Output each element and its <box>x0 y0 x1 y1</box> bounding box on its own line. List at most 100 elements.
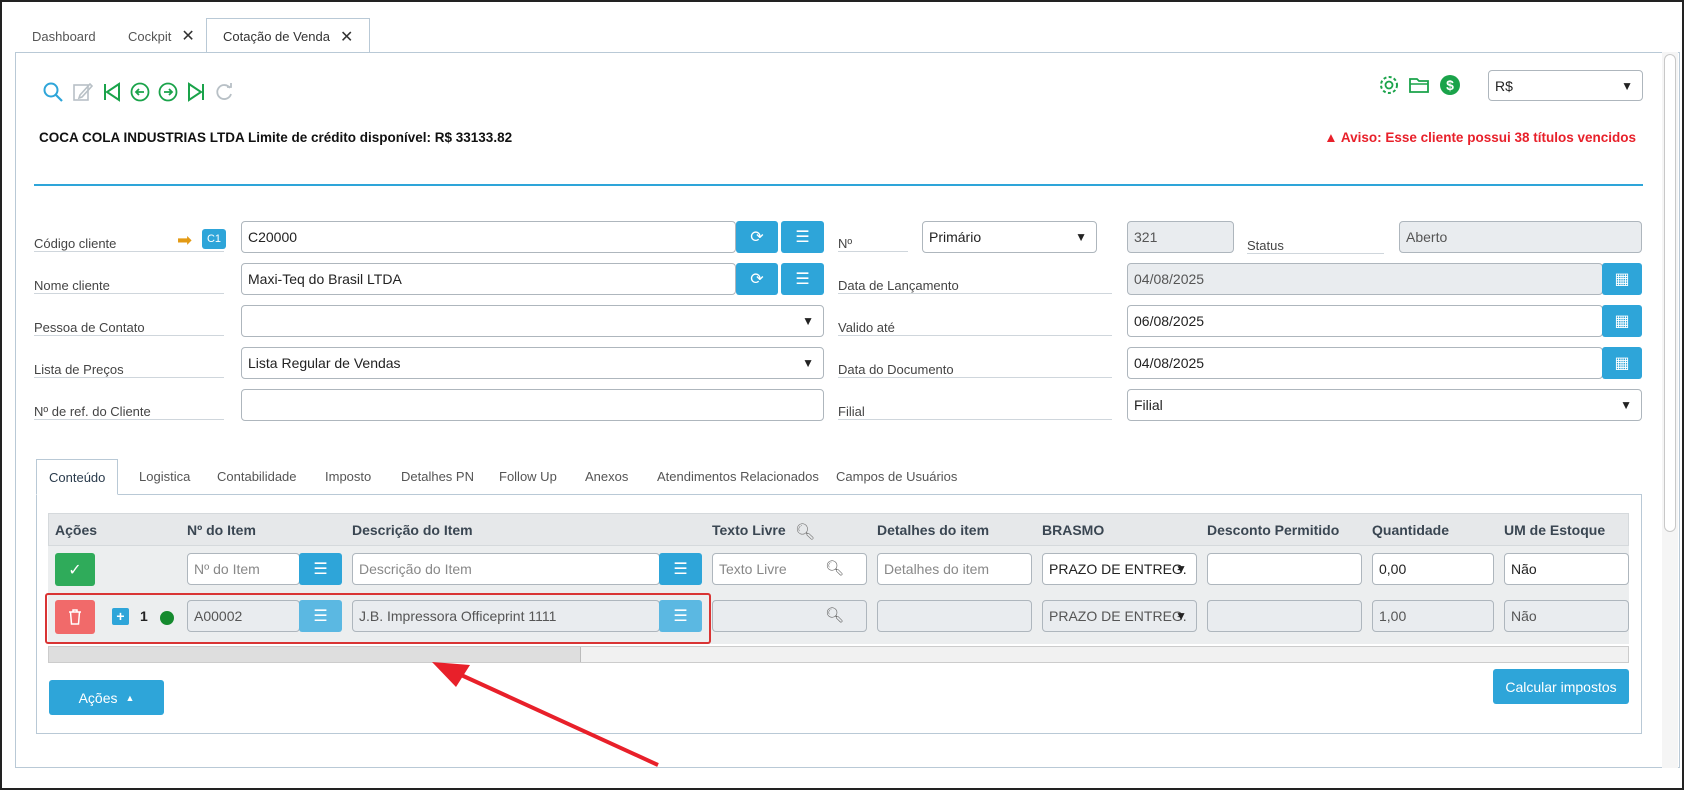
caret-up-icon: ▲ <box>125 692 135 703</box>
refresh-customer-button[interactable]: ⟳ <box>736 221 778 253</box>
chevron-down-icon: ▼ <box>1621 79 1633 93</box>
col-item: Nº do Item <box>187 522 256 538</box>
calcular-impostos-button[interactable]: Calcular impostos <box>1493 669 1629 704</box>
data-documento-input[interactable]: 04/08/2025 <box>1127 347 1603 379</box>
tab-label: Cotação de Venda <box>223 29 330 44</box>
tab-cockpit[interactable]: Cockpit ✕ <box>112 19 211 53</box>
col-desconto: Desconto Permitido <box>1207 522 1340 538</box>
um-value: Não <box>1511 608 1537 624</box>
filial-select[interactable]: Filial ▼ <box>1127 389 1642 421</box>
customer-type-badge: C1 <box>202 229 226 249</box>
brasmo-select[interactable]: PRAZO DE ENTREG. ▼ <box>1042 600 1197 632</box>
valido-ate-label: Valido até <box>838 306 1112 336</box>
horizontal-scrollbar[interactable] <box>48 646 1629 663</box>
nome-cliente-label: Nome cliente <box>34 264 224 294</box>
gear-icon[interactable] <box>1378 74 1400 101</box>
data-lancamento-input: 04/08/2025 <box>1127 263 1603 295</box>
search-icon[interactable]: 🔍︎ <box>825 559 844 577</box>
tab-label: Logistica <box>139 468 191 484</box>
app-frame: Dashboard Cockpit ✕ Cotação de Venda ✕ $ R… <box>0 0 1684 790</box>
tab-cotacao-de-venda[interactable]: Cotação de Venda ✕ <box>206 18 371 54</box>
new-detalhes-input[interactable]: Detalhes do item <box>877 553 1032 585</box>
calendar-button[interactable]: ▦ <box>1602 263 1642 295</box>
new-texto-input[interactable]: Texto Livre 🔍︎ <box>712 553 867 585</box>
folder-icon[interactable] <box>1408 74 1430 101</box>
new-um-input[interactable]: Não <box>1504 553 1629 585</box>
list-icon: ☰ <box>673 561 688 578</box>
search-icon[interactable]: 🔍︎ <box>825 606 844 624</box>
annotation-arrow <box>432 662 659 767</box>
arrow-right-icon[interactable]: ➡ <box>177 230 192 251</box>
item-list-button[interactable]: ☰ <box>299 553 342 585</box>
new-item-input[interactable]: Nº do Item <box>187 553 300 585</box>
new-desc-input[interactable]: Descrição do Item <box>352 553 660 585</box>
pessoa-contato-select[interactable]: ▼ <box>241 305 824 337</box>
new-quantidade-input[interactable]: 0,00 <box>1372 553 1494 585</box>
col-detalhes: Detalhes do item <box>877 522 990 538</box>
close-icon[interactable]: ✕ <box>181 26 194 46</box>
data-lancamento-label: Data de Lançamento <box>838 264 1112 294</box>
scrollbar-thumb[interactable] <box>1664 54 1676 532</box>
tab-imposto[interactable]: Imposto <box>313 459 383 493</box>
desc-list-button[interactable]: ☰ <box>659 553 702 585</box>
valido-ate-input[interactable]: 06/08/2025 <box>1127 305 1603 337</box>
numero-series-select[interactable]: Primário ▼ <box>922 221 1097 253</box>
tab-label: Campos de Usuários <box>836 468 958 484</box>
lista-precos-select[interactable]: Lista Regular de Vendas ▼ <box>241 347 824 379</box>
close-icon[interactable]: ✕ <box>340 27 353 47</box>
col-brasmo: BRASMO <box>1042 522 1105 538</box>
quantidade-value: 1,00 <box>1379 608 1407 624</box>
refresh-icon[interactable] <box>213 81 235 108</box>
codigo-cliente-input[interactable]: C20000 <box>241 221 736 253</box>
name-list-button[interactable]: ☰ <box>781 263 824 295</box>
confirm-add-button[interactable]: ✓ <box>55 553 95 586</box>
last-record-icon[interactable] <box>185 81 207 108</box>
tab-follow-up[interactable]: Follow Up <box>487 459 569 493</box>
tab-conteudo[interactable]: Conteúdo <box>36 459 119 495</box>
dollar-icon[interactable]: $ <box>1439 74 1461 101</box>
col-descricao: Descrição do Item <box>352 522 473 538</box>
tab-atendimentos[interactable]: Atendimentos Relacionados <box>645 459 831 493</box>
tab-label: Anexos <box>585 468 629 484</box>
numero-value: 321 <box>1134 229 1158 245</box>
tab-dashboard[interactable]: Dashboard <box>16 19 112 53</box>
vertical-scrollbar[interactable] <box>1662 52 1678 768</box>
search-icon[interactable] <box>42 81 64 108</box>
ref-cliente-input[interactable] <box>241 389 824 421</box>
tab-campos-usuarios[interactable]: Campos de Usuários <box>824 459 969 493</box>
search-icon[interactable]: 🔍︎ <box>795 522 815 542</box>
currency-select[interactable]: R$ ▼ <box>1488 70 1643 101</box>
new-brasmo-select[interactable]: PRAZO DE ENTREG. ▼ <box>1042 553 1197 585</box>
new-desconto-input[interactable] <box>1207 553 1362 585</box>
um-value: Não <box>1511 561 1537 577</box>
data-documento-value: 04/08/2025 <box>1134 355 1205 371</box>
nome-cliente-input[interactable]: Maxi-Teq do Brasil LTDA <box>241 263 736 295</box>
previous-record-icon[interactable] <box>129 81 151 108</box>
nome-cliente-value: Maxi-Teq do Brasil LTDA <box>248 271 402 287</box>
detalhes-input <box>877 600 1032 632</box>
codigo-cliente-value: C20000 <box>248 229 298 245</box>
customer-credit-text: COCA COLA INDUSTRIAS LTDA Limite de créd… <box>39 130 513 145</box>
tab-detalhes-pn[interactable]: Detalhes PN <box>389 459 486 493</box>
list-icon: ☰ <box>795 229 810 246</box>
codigo-cliente-label: Código cliente <box>34 222 224 252</box>
calendar-button[interactable]: ▦ <box>1602 305 1642 337</box>
chevron-down-icon: ▼ <box>1175 609 1187 623</box>
tab-anexos[interactable]: Anexos <box>573 459 640 493</box>
refresh-name-button[interactable]: ⟳ <box>736 263 778 295</box>
warning-icon: ▲ <box>1324 130 1341 145</box>
tab-label: Cockpit <box>128 28 172 44</box>
tab-contabilidade[interactable]: Contabilidade <box>205 459 309 493</box>
tab-label: Follow Up <box>499 468 557 484</box>
first-record-icon[interactable] <box>101 81 123 108</box>
svg-text:$: $ <box>1446 77 1454 93</box>
filial-value: Filial <box>1134 397 1163 413</box>
customer-list-button[interactable]: ☰ <box>781 221 824 253</box>
edit-icon[interactable] <box>72 81 94 108</box>
acoes-button[interactable]: Ações ▲ <box>49 680 164 715</box>
check-icon: ✓ <box>68 561 82 579</box>
calendar-button[interactable]: ▦ <box>1602 347 1642 379</box>
quantidade-value: 0,00 <box>1379 561 1407 577</box>
next-record-icon[interactable] <box>157 81 179 108</box>
tab-logistica[interactable]: Logistica <box>127 459 202 493</box>
